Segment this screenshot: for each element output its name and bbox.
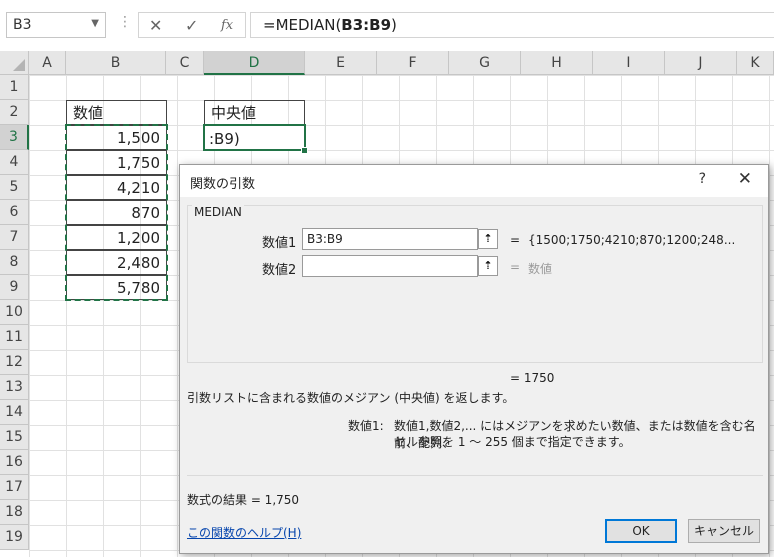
cancel-button[interactable]: キャンセル xyxy=(688,519,760,543)
active-cell-d3[interactable]: :B9) xyxy=(203,124,306,151)
row-header-6[interactable]: 6 xyxy=(0,200,29,225)
row-header-3[interactable]: 3 xyxy=(0,125,29,150)
formula-prefix: =MEDIAN( xyxy=(263,16,342,34)
arg-help-label: 数値1: xyxy=(348,419,384,433)
column-header-a[interactable]: A xyxy=(29,51,66,75)
arg2-equals: = xyxy=(510,260,521,274)
column-header-h[interactable]: H xyxy=(521,51,593,75)
formula-input[interactable]: =MEDIAN(B3:B9) xyxy=(250,12,774,38)
column-header-f[interactable]: F xyxy=(377,51,449,75)
fill-handle[interactable] xyxy=(301,147,308,154)
arg1-equals: = xyxy=(510,233,521,247)
arg2-label: 数値2 xyxy=(262,263,297,278)
formula-result: 数式の結果 = 1,750 xyxy=(187,493,300,507)
row-header-15[interactable]: 15 xyxy=(0,425,29,450)
column-header-j[interactable]: J xyxy=(665,51,737,75)
select-all-icon xyxy=(13,59,25,71)
ok-button[interactable]: OK xyxy=(605,519,677,543)
dialog-title: 関数の引数 xyxy=(190,177,256,192)
function-name: MEDIAN xyxy=(192,205,244,219)
row-header-18[interactable]: 18 xyxy=(0,500,29,525)
formula-suffix: ) xyxy=(391,16,397,34)
column-header-k[interactable]: K xyxy=(737,51,774,75)
arg2-result: 数値 xyxy=(528,262,553,276)
enter-icon[interactable]: ✓ xyxy=(185,16,198,35)
more-options-icon[interactable]: ⋮ xyxy=(118,14,132,30)
formula-ref: B3:B9 xyxy=(341,16,392,34)
chevron-down-icon[interactable]: ▼ xyxy=(91,18,99,29)
row-header-16[interactable]: 16 xyxy=(0,450,29,475)
cancel-icon[interactable]: ✕ xyxy=(149,16,162,35)
column-header-e[interactable]: E xyxy=(305,51,377,75)
name-box-value: B3 xyxy=(13,17,32,33)
row-header-9[interactable]: 9 xyxy=(0,275,29,300)
column-header-g[interactable]: G xyxy=(449,51,521,75)
row-header-14[interactable]: 14 xyxy=(0,400,29,425)
column-header-d[interactable]: D xyxy=(204,51,305,75)
function-help-link[interactable]: この関数のヘルプ(H) xyxy=(187,524,301,541)
row-header-8[interactable]: 8 xyxy=(0,250,29,275)
formula-buttons: ✕ ✓ fx xyxy=(138,12,246,38)
row-header-10[interactable]: 10 xyxy=(0,300,29,325)
dialog-title-bar[interactable]: 関数の引数 ? ✕ xyxy=(180,165,768,197)
select-all-button[interactable] xyxy=(0,51,29,75)
cell-d2[interactable]: 中央値 xyxy=(204,100,305,125)
function-result-preview: = 1750 xyxy=(510,371,555,385)
row-header-5[interactable]: 5 xyxy=(0,175,29,200)
selection-marquee xyxy=(65,124,168,301)
formula-bar: B3 ▼ ⋮ ✕ ✓ fx =MEDIAN(B3:B9) xyxy=(0,0,774,50)
row-header-1[interactable]: 1 xyxy=(0,75,29,100)
collapse-dialog-icon[interactable]: ⇡ xyxy=(478,229,498,249)
cell-b2[interactable]: 数値 xyxy=(66,100,167,125)
formula-text: =MEDIAN(B3:B9) xyxy=(263,16,397,34)
name-box[interactable]: B3 ▼ xyxy=(6,12,106,38)
row-header-4[interactable]: 4 xyxy=(0,150,29,175)
arg1-label: 数値1 xyxy=(262,236,297,251)
row-header-11[interactable]: 11 xyxy=(0,325,29,350)
row-header-13[interactable]: 13 xyxy=(0,375,29,400)
dialog-separator xyxy=(187,475,763,476)
arg2-input[interactable] xyxy=(302,255,478,277)
help-icon[interactable]: ? xyxy=(699,171,706,187)
insert-function-icon[interactable]: fx xyxy=(221,18,233,33)
column-header-b[interactable]: B xyxy=(66,51,166,75)
column-header-c[interactable]: C xyxy=(166,51,204,75)
row-header-17[interactable]: 17 xyxy=(0,475,29,500)
row-header-19[interactable]: 19 xyxy=(0,525,29,550)
row-header-2[interactable]: 2 xyxy=(0,100,29,125)
row-header-7[interactable]: 7 xyxy=(0,225,29,250)
function-description: 引数リストに含まれる数値のメジアン (中央値) を返します。 xyxy=(187,391,515,405)
arg1-input[interactable]: B3:B9 xyxy=(302,228,478,250)
function-arguments-dialog: 関数の引数 ? ✕ MEDIAN 数値1 B3:B9 ⇡ = {1500;175… xyxy=(179,164,769,554)
arg1-result: {1500;1750;4210;870;1200;248... xyxy=(528,233,736,247)
arg-help-line2: セル参照を 1 ～ 255 個まで指定できます。 xyxy=(394,435,631,449)
row-header-12[interactable]: 12 xyxy=(0,350,29,375)
collapse-dialog-icon-2[interactable]: ⇡ xyxy=(478,256,498,276)
column-header-i[interactable]: I xyxy=(593,51,665,75)
cell-d3-text: :B9) xyxy=(209,130,240,148)
close-icon[interactable]: ✕ xyxy=(738,169,752,189)
